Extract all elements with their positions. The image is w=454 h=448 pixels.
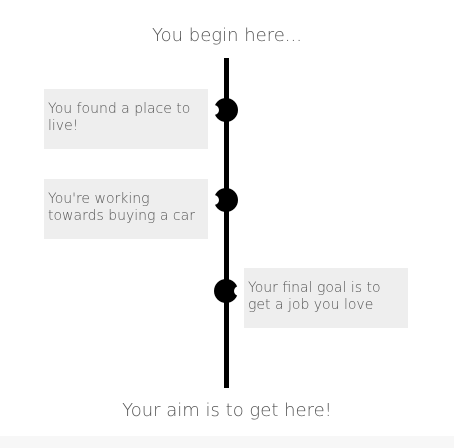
timeline-page: You begin here... You found a place to l… [0,0,454,448]
milestone-card-1: You found a place to live! [44,89,208,149]
milestone-card-3: Your final goal is to get a job you love [244,268,408,328]
milestone-card-2: You're working towards buying a car [44,179,208,239]
milestone-marker-3-notch [234,286,244,296]
milestone-marker-2-notch [209,195,219,205]
milestone-marker-1-notch [209,105,219,115]
timeline-end-label: Your aim is to get here! [122,400,332,421]
page-footer-strip [0,436,454,448]
timeline-start-label: You begin here... [152,25,302,46]
